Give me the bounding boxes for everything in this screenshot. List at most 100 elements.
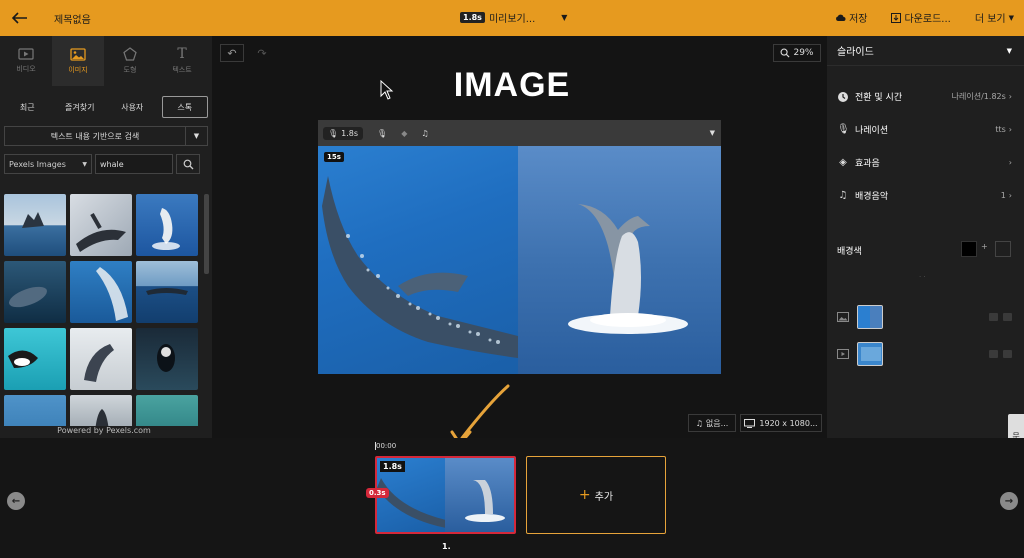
canvas-area: ↶ ↷ 29% IMAGE 🎙︎ 1.8s 🎙︎ ◆ ♫ ▼ 15s ♫ 없음.… — [212, 36, 827, 438]
powered-by-credit: Powered by Pexels.com — [57, 426, 151, 435]
tool-tabs: 비디오 이미지 도형 T 텍스트 — [0, 36, 212, 86]
clip-duration-badge: 1.8s — [380, 461, 405, 472]
chevron-down-icon[interactable]: ▼ — [710, 129, 715, 137]
more-button[interactable]: 더 보기 ▼ — [974, 10, 1014, 26]
image-result[interactable] — [70, 395, 132, 426]
editor-app: 제목없음 1.8s 미리보기... ▼ 저장 다운로드... 더 보기 ▼ 비디… — [0, 0, 1024, 558]
slide-title-text[interactable]: IMAGE — [212, 66, 812, 105]
image-result[interactable] — [4, 395, 66, 426]
timeline-clip[interactable]: 1.8s — [375, 456, 516, 534]
save-label: 저장 — [849, 14, 868, 25]
mic-icon: 🎙︎ — [837, 124, 850, 135]
humpback-thumb — [465, 480, 505, 522]
cloud-icon — [836, 14, 846, 21]
tab-shape[interactable]: 도형 — [104, 36, 156, 86]
transition-badge[interactable]: 0.3s — [366, 488, 389, 498]
preview-button[interactable]: 1.8s 미리보기... ▼ — [460, 10, 567, 25]
row-label: 배경음악 — [855, 192, 889, 202]
source-select[interactable]: Pexels Images ▼ — [4, 154, 92, 174]
layer-row-video[interactable] — [837, 341, 1012, 367]
background-music-button[interactable]: ♫ 없음... — [688, 414, 736, 432]
sound-effect-icon[interactable]: ◆ — [401, 129, 407, 138]
tab-favorites[interactable]: 즐겨찾기 — [57, 96, 104, 118]
search-mode-select[interactable]: 텍스트 내용 기반으로 검색 ▼ — [4, 126, 208, 146]
search-button[interactable] — [176, 154, 200, 174]
breaching-whale-illustration — [568, 204, 688, 334]
media-element[interactable]: 🎙︎ 1.8s 🎙︎ ◆ ♫ ▼ 15s — [318, 120, 721, 374]
humpback-whale-image[interactable] — [518, 146, 721, 374]
whale-image — [9, 286, 47, 308]
whale-shark-illustration — [322, 176, 518, 358]
image-result[interactable] — [136, 395, 198, 426]
image-result[interactable] — [70, 194, 132, 256]
image-icon — [70, 47, 86, 61]
search-input[interactable] — [95, 154, 173, 174]
media-duration-chip[interactable]: 🎙︎ 1.8s — [323, 126, 364, 140]
download-button[interactable]: 다운로드... — [891, 10, 951, 25]
more-label: 더 보기 — [974, 14, 1006, 25]
layer-tool-icon — [989, 313, 998, 321]
redo-button[interactable]: ↷ — [250, 44, 274, 62]
tab-video[interactable]: 비디오 — [0, 36, 52, 86]
image-result[interactable] — [136, 328, 198, 390]
tab-label: 이미지 — [68, 65, 88, 74]
whale-image — [22, 212, 44, 228]
sound-effect-row[interactable]: ◈ 효과음 › — [837, 156, 1012, 169]
mic-icon: 🎙︎ — [328, 128, 339, 138]
background-color-swatch[interactable] — [961, 241, 977, 257]
panel-header-label: 슬라이드 — [837, 47, 874, 58]
tab-label: 텍스트 — [172, 66, 192, 74]
add-color-icon[interactable]: + — [981, 242, 988, 251]
image-result[interactable] — [4, 328, 66, 390]
monitor-icon — [744, 418, 756, 428]
undo-button[interactable]: ↶ — [220, 44, 244, 62]
add-slide-button[interactable]: + 추가 — [526, 456, 666, 534]
row-value: tts › — [995, 125, 1012, 134]
undo-icon: ↶ — [227, 46, 237, 60]
narration-row[interactable]: 🎙︎ 나레이션 tts › — [837, 123, 1012, 136]
save-button[interactable]: 저장 — [835, 10, 867, 25]
whale-shark-image[interactable]: 15s — [318, 146, 518, 374]
image-result[interactable] — [70, 261, 132, 323]
row-value: › — [1009, 158, 1012, 167]
music-note-icon[interactable]: ♫ — [421, 129, 428, 138]
whale-image — [76, 213, 126, 252]
image-result[interactable] — [4, 261, 66, 323]
resolution-label: 1920 x 1080... — [759, 418, 818, 428]
source-label: Pexels Images — [9, 159, 66, 169]
results-scrollbar[interactable] — [204, 194, 209, 274]
whale-image — [8, 350, 38, 368]
scroll-right-button[interactable]: → — [1000, 492, 1018, 510]
document-title[interactable]: 제목없음 — [54, 11, 91, 26]
tab-image[interactable]: 이미지 — [52, 36, 104, 86]
layer-tool-icon — [1003, 350, 1012, 358]
download-label: 다운로드... — [904, 14, 951, 25]
back-button[interactable] — [0, 0, 40, 36]
layer-row-image[interactable] — [837, 304, 1012, 330]
video-icon — [18, 48, 34, 60]
clip-number: 1. — [442, 542, 451, 551]
transition-time-row[interactable]: 전환 및 시간 나레이션/1.82s › — [837, 90, 1012, 103]
tab-label: 도형 — [123, 66, 137, 74]
scroll-left-button[interactable]: ← — [7, 492, 25, 510]
mic-icon[interactable]: 🎙︎ — [377, 129, 387, 138]
download-icon — [891, 12, 902, 23]
image-result[interactable] — [70, 328, 132, 390]
tab-user[interactable]: 사용자 — [109, 96, 156, 118]
add-label: 추가 — [594, 491, 614, 503]
image-result[interactable] — [4, 194, 66, 256]
media-library-panel: 비디오 이미지 도형 T 텍스트 최근 즐겨찾기 사용자 스톡 텍스트 내용 기… — [0, 36, 212, 438]
tab-text[interactable]: T 텍스트 — [156, 36, 208, 86]
zoom-level: 29% — [793, 48, 814, 58]
panel-header-select[interactable]: 슬라이드 ▼ — [827, 36, 1024, 66]
zoom-button[interactable]: 29% — [773, 44, 821, 62]
tab-stock[interactable]: 스톡 — [161, 96, 208, 118]
media-toolbar: 🎙︎ 1.8s 🎙︎ ◆ ♫ ▼ — [318, 120, 721, 146]
resolution-button[interactable]: 1920 x 1080... — [740, 414, 822, 432]
custom-color-box[interactable] — [995, 241, 1011, 257]
tab-recent[interactable]: 최근 — [4, 96, 51, 118]
image-result[interactable] — [136, 261, 198, 323]
clip-thumb-right — [445, 458, 514, 532]
background-music-row[interactable]: ♫ 배경음악 1 › — [837, 189, 1012, 202]
image-result[interactable] — [136, 194, 198, 256]
